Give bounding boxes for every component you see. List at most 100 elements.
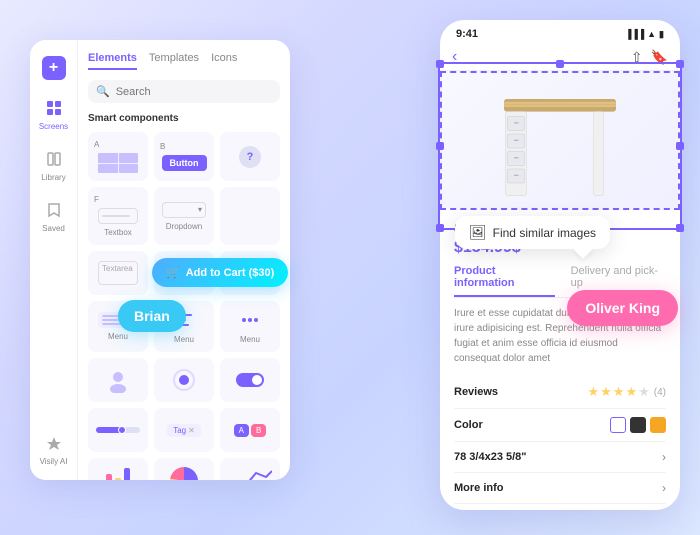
wifi-icon: ▲: [647, 29, 656, 39]
spec-more-info[interactable]: More info ›: [454, 473, 666, 504]
sidebar-item-visily-ai[interactable]: Visily AI: [32, 425, 76, 472]
sidebar-item-screens[interactable]: Screens: [32, 90, 76, 137]
star-4: ★: [625, 384, 637, 400]
tab-templates[interactable]: Templates: [149, 52, 199, 70]
star-2: ★: [600, 384, 612, 400]
sidebar-saved-label: Saved: [42, 224, 65, 233]
comp-line-chart-preview: [228, 467, 272, 480]
spec-label-dimensions: 78 3/4x23 5/8": [454, 451, 527, 463]
find-similar-label: Find similar images: [493, 226, 596, 240]
bookmark-icon[interactable]: 🔖: [651, 49, 668, 66]
sidebar-visily-label: Visily AI: [40, 457, 68, 466]
find-similar-tooltip[interactable]: 🖼 Find similar images: [455, 216, 610, 249]
search-input[interactable]: [116, 86, 272, 98]
saved-icon: [42, 198, 66, 222]
spec-dimensions[interactable]: 78 3/4x23 5/8" ›: [454, 442, 666, 473]
star-3: ★: [613, 384, 625, 400]
swatch-black[interactable]: [630, 417, 646, 433]
sidebar-item-add[interactable]: +: [32, 50, 76, 86]
spec-value-color: [610, 417, 666, 433]
comp-table-icon: [98, 153, 138, 173]
phone-panel: 9:41 ▐▐▐ ▲ ▮ ‹ ⇧ 🔖: [440, 20, 680, 510]
smart-components-label: Smart components: [88, 113, 280, 124]
status-bar: 9:41 ▐▐▐ ▲ ▮: [440, 20, 680, 44]
search-icon: 🔍: [96, 85, 110, 98]
review-count: (4): [654, 387, 666, 398]
spec-value-reviews: ★ ★ ★ ★ ★ (4): [587, 384, 666, 400]
panel-tabs: Elements Templates Icons: [88, 52, 280, 70]
comp-badges-preview: A B: [234, 424, 267, 437]
comp-textbox-preview: [98, 208, 138, 224]
brian-label: Brian: [134, 308, 170, 324]
comp-dropdown-preview: ▾: [162, 202, 206, 218]
comp-bar-chart[interactable]: [88, 458, 148, 480]
sidebar-item-saved[interactable]: Saved: [32, 192, 76, 239]
add-to-cart-label: Add to Cart ($30): [186, 267, 275, 279]
tab-product-info[interactable]: Product information: [454, 265, 555, 297]
comp-avatar[interactable]: [88, 358, 148, 402]
star-1: ★: [587, 384, 599, 400]
share-icon[interactable]: ⇧: [631, 49, 643, 66]
comp-question[interactable]: ?: [220, 132, 280, 181]
tool-sidebar: + Screens Library: [30, 40, 78, 480]
add-to-cart-bubble[interactable]: 🛒 Add to Cart ($30): [152, 258, 288, 287]
spec-label-color: Color: [454, 419, 483, 431]
comp-line-chart[interactable]: [220, 458, 280, 480]
screens-icon: [42, 96, 66, 120]
color-swatches: [610, 417, 666, 433]
tab-elements[interactable]: Elements: [88, 52, 137, 70]
star-5: ★: [638, 384, 650, 400]
comp-pie-chart-preview: [170, 467, 198, 480]
tab-icons[interactable]: Icons: [211, 52, 237, 70]
swatch-white[interactable]: [610, 417, 626, 433]
comp-dropdown[interactable]: ▾ Dropdown: [154, 187, 214, 245]
visily-ai-icon: [42, 431, 66, 455]
nav-actions: ⇧ 🔖: [631, 49, 668, 66]
comp-slider-preview: [96, 427, 140, 433]
sidebar-screens-label: Screens: [39, 122, 68, 131]
comp-slider[interactable]: [88, 408, 148, 452]
comp-toggle[interactable]: [220, 358, 280, 402]
comp-table[interactable]: A: [88, 132, 148, 181]
back-button[interactable]: ‹: [452, 48, 457, 66]
product-image-area: [440, 71, 680, 210]
product-specs: Reviews ★ ★ ★ ★ ★ (4) Color: [454, 376, 666, 504]
product-info: Shell Desk $154.99$ Product information …: [440, 210, 680, 510]
comp-question-mark: ?: [239, 146, 261, 168]
comp-badges[interactable]: A B: [220, 408, 280, 452]
sidebar-item-library[interactable]: Library: [32, 141, 76, 188]
add-icon: +: [42, 56, 66, 80]
comp-tag[interactable]: Tag ✕: [154, 408, 214, 452]
signal-icon: ▐▐▐: [625, 29, 644, 39]
comp-textarea-preview: Textarea: [98, 261, 138, 285]
comp-toggle-icon[interactable]: [154, 358, 214, 402]
comp-button-preview: Button: [162, 155, 207, 171]
spec-label-reviews: Reviews: [454, 386, 498, 398]
comp-textbox[interactable]: F Textbox: [88, 187, 148, 245]
swatch-yellow[interactable]: [650, 417, 666, 433]
find-similar-icon: 🖼: [469, 224, 487, 241]
brian-bubble: Brian: [118, 300, 186, 332]
library-icon: [42, 147, 66, 171]
spec-label-more-info: More info: [454, 482, 504, 494]
sidebar-library-label: Library: [41, 173, 65, 182]
comp-button[interactable]: B Button: [154, 132, 214, 181]
comp-pie-chart[interactable]: [154, 458, 214, 480]
toggle-circle-icon: [173, 369, 195, 391]
phone-nav: ‹ ⇧ 🔖: [440, 44, 680, 71]
comp-menu-3[interactable]: Menu: [220, 301, 280, 352]
spec-reviews: Reviews ★ ★ ★ ★ ★ (4): [454, 376, 666, 409]
oliver-king-bubble: Oliver King: [567, 290, 678, 326]
stars-display: ★ ★ ★ ★ ★: [587, 384, 649, 400]
oliver-king-label: Oliver King: [585, 300, 660, 316]
comp-bar-chart-preview: [97, 466, 139, 480]
battery-icon: ▮: [659, 29, 664, 40]
status-icons: ▐▐▐ ▲ ▮: [625, 29, 664, 40]
search-bar[interactable]: 🔍: [88, 80, 280, 103]
spec-color: Color: [454, 409, 666, 442]
chevron-dimensions: ›: [662, 450, 666, 464]
status-time: 9:41: [456, 28, 478, 40]
avatar-icon: [105, 367, 131, 393]
comp-textarea[interactable]: Textarea: [88, 251, 148, 295]
comp-tag-preview: Tag ✕: [167, 424, 201, 437]
